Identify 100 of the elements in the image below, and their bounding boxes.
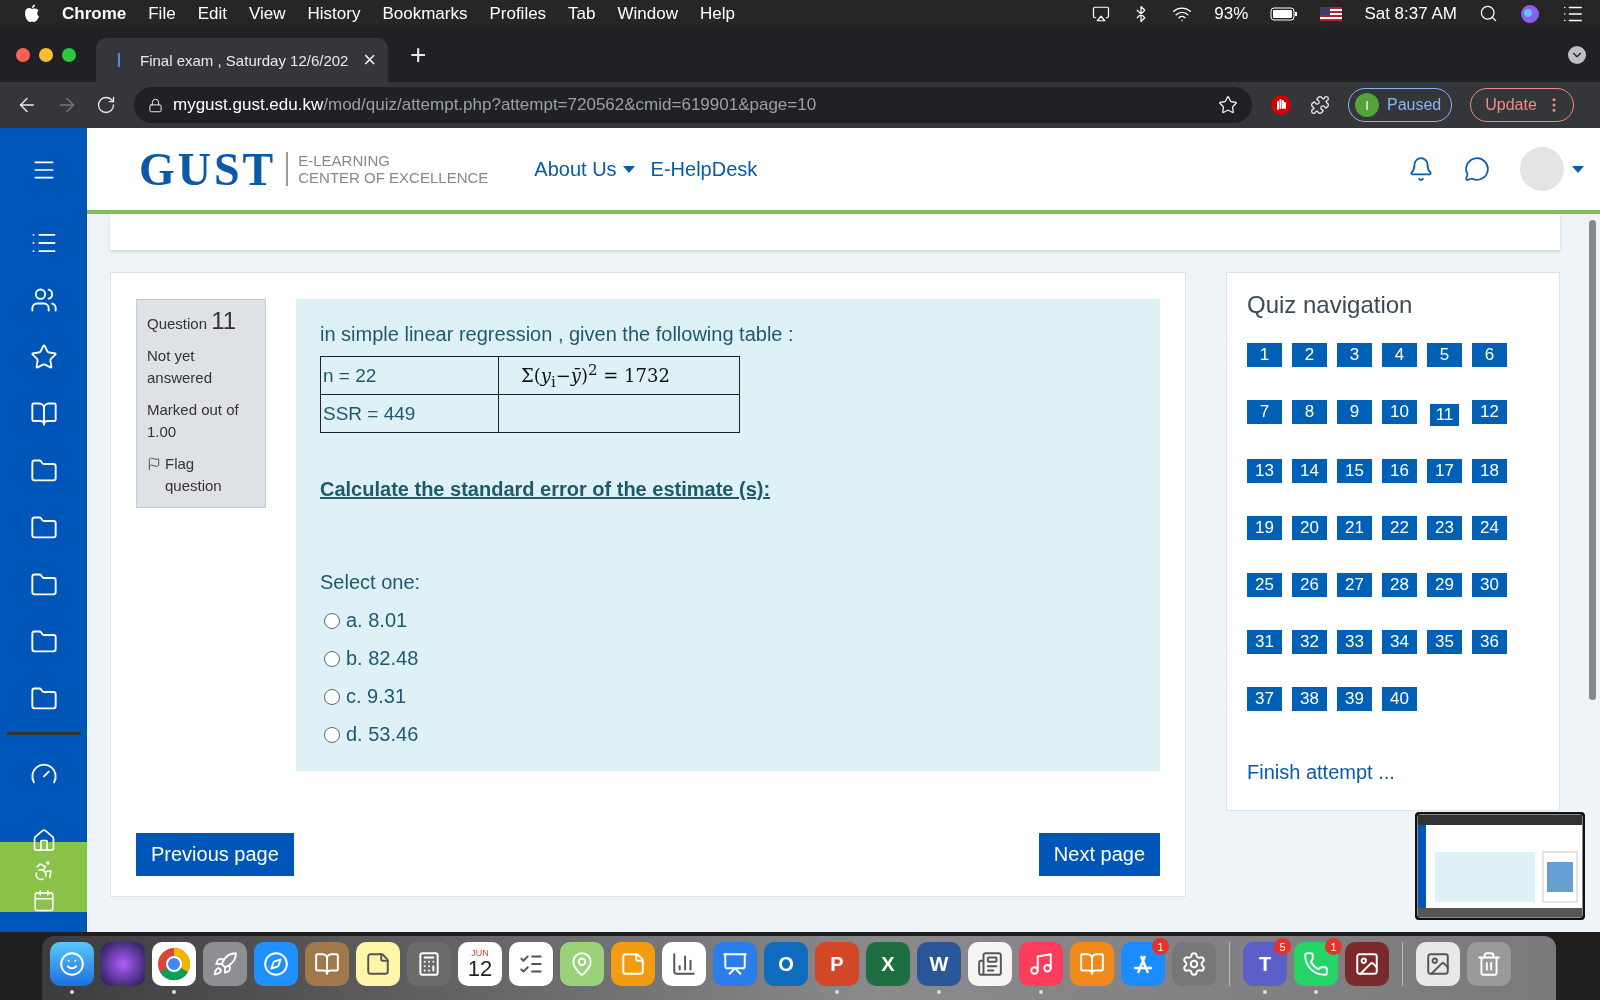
question-link[interactable]: 16 <box>1382 459 1417 483</box>
question-link[interactable]: 25 <box>1247 573 1282 597</box>
menu-item[interactable]: Tab <box>568 3 596 24</box>
question-link[interactable]: 40 <box>1382 687 1417 711</box>
question-link[interactable]: 29 <box>1427 573 1462 597</box>
image-icon[interactable] <box>1416 942 1460 986</box>
browser-tab[interactable]: Final exam , Saturday 12/6/202 × <box>96 38 388 82</box>
compass-icon[interactable] <box>254 942 298 986</box>
close-window-button[interactable] <box>16 47 30 62</box>
question-link[interactable]: 36 <box>1472 630 1507 654</box>
flag-question-link[interactable]: Flag question <box>147 453 255 497</box>
question-link[interactable]: 17 <box>1427 459 1462 483</box>
logo-wordmark[interactable]: GUST <box>139 142 277 196</box>
nav-link[interactable]: About Us <box>534 157 635 181</box>
question-link[interactable]: 28 <box>1382 573 1417 597</box>
caret-icon[interactable] <box>1572 165 1584 173</box>
question-link[interactable]: 33 <box>1337 630 1372 654</box>
menu-item[interactable]: File <box>148 3 176 24</box>
question-link[interactable]: 12 <box>1472 400 1507 424</box>
phone-icon[interactable] <box>1294 942 1338 986</box>
note-icon[interactable] <box>356 942 400 986</box>
music-icon[interactable] <box>1019 942 1063 986</box>
minimize-window-button[interactable] <box>39 47 53 62</box>
maximize-window-button[interactable] <box>62 47 76 62</box>
previous-page-button[interactable]: Previous page <box>136 833 294 876</box>
question-link[interactable]: 7 <box>1247 400 1282 424</box>
question-link[interactable]: 30 <box>1472 573 1507 597</box>
bell-icon[interactable] <box>1408 156 1434 182</box>
question-link[interactable]: 1 <box>1247 343 1282 367</box>
tab-close-button[interactable]: × <box>363 49 376 71</box>
flag-icon[interactable] <box>1320 6 1343 21</box>
question-link[interactable]: 11 <box>1430 402 1459 426</box>
radio-button[interactable] <box>324 726 340 743</box>
calculator-icon[interactable] <box>407 942 451 986</box>
question-link[interactable]: 39 <box>1337 687 1372 711</box>
document-icon[interactable] <box>611 942 655 986</box>
rocket-icon[interactable] <box>203 942 247 986</box>
question-link[interactable]: 27 <box>1337 573 1372 597</box>
question-link[interactable]: 23 <box>1427 516 1462 540</box>
option-label[interactable]: b. 82.48 <box>346 647 419 670</box>
menu-item[interactable]: Edit <box>197 3 227 24</box>
app-icon[interactable]: O <box>764 942 808 986</box>
book-icon[interactable] <box>29 400 58 428</box>
new-tab-button[interactable]: + <box>410 40 427 69</box>
next-page-button[interactable]: Next page <box>1038 833 1160 876</box>
question-link[interactable]: 5 <box>1427 343 1462 367</box>
menu-item[interactable]: History <box>307 3 361 24</box>
gear-icon[interactable] <box>1172 942 1216 986</box>
presentation-icon[interactable] <box>713 942 757 986</box>
puzzle-icon[interactable] <box>1310 95 1330 115</box>
menu-item[interactable]: Profiles <box>489 3 547 24</box>
checklist-icon[interactable] <box>509 942 553 986</box>
airplay-icon[interactable] <box>1092 4 1111 23</box>
question-link[interactable]: 21 <box>1337 516 1372 540</box>
question-link[interactable]: 37 <box>1247 687 1282 711</box>
tab-search-button[interactable] <box>1568 45 1586 64</box>
nav-link[interactable]: E-HelpDesk <box>650 157 758 181</box>
photo-icon[interactable] <box>1345 942 1389 986</box>
question-link[interactable]: 3 <box>1337 343 1372 367</box>
search-icon[interactable] <box>1479 4 1498 23</box>
option-label[interactable]: a. 8.01 <box>346 609 408 632</box>
calendar-icon[interactable]: JUN 12 <box>458 942 502 986</box>
reload-icon[interactable] <box>96 95 116 115</box>
bar-chart-icon[interactable] <box>662 942 706 986</box>
question-link[interactable]: 9 <box>1337 400 1372 424</box>
menu-item[interactable]: View <box>248 3 286 24</box>
option-label[interactable]: d. 53.46 <box>346 723 419 746</box>
question-link[interactable]: 26 <box>1292 573 1327 597</box>
chat-icon[interactable] <box>1464 156 1490 182</box>
question-link[interactable]: 19 <box>1247 516 1282 540</box>
star-icon[interactable] <box>29 343 58 371</box>
app-icon[interactable]: P <box>815 942 859 986</box>
clock[interactable]: Sat 8:37 AM <box>1364 3 1457 24</box>
app-icon[interactable]: X <box>866 942 910 986</box>
address-bar[interactable]: mygust.gust.edu.kw/mod/quiz/attempt.php?attempt=720562&cmid=619901&page=10 <box>134 87 1252 123</box>
question-link[interactable]: 38 <box>1292 687 1327 711</box>
battery-icon[interactable] <box>1270 6 1299 21</box>
users-icon[interactable] <box>29 286 58 314</box>
question-link[interactable]: 20 <box>1292 516 1327 540</box>
question-link[interactable]: 10 <box>1382 400 1417 424</box>
newspaper-icon[interactable] <box>968 942 1012 986</box>
question-link[interactable]: 31 <box>1247 630 1282 654</box>
apple-logo-icon[interactable] <box>24 4 40 23</box>
question-link[interactable]: 34 <box>1382 630 1417 654</box>
book-icon[interactable] <box>1070 942 1114 986</box>
question-link[interactable]: 13 <box>1247 459 1282 483</box>
bookmark-star-icon[interactable] <box>1218 95 1238 115</box>
question-link[interactable]: 15 <box>1337 459 1372 483</box>
option-label[interactable]: c. 9.31 <box>346 685 407 708</box>
orb-icon[interactable] <box>1520 3 1540 24</box>
book-icon[interactable] <box>305 942 349 986</box>
question-link[interactable]: 35 <box>1427 630 1462 654</box>
app-icon[interactable]: W <box>917 942 961 986</box>
app-store-icon[interactable] <box>1121 942 1165 986</box>
menu-item[interactable]: Bookmarks <box>382 3 468 24</box>
screenshot-thumbnail[interactable] <box>1415 812 1585 920</box>
radio-button[interactable] <box>324 688 340 705</box>
menu-item[interactable]: Window <box>617 3 678 24</box>
scrollbar[interactable] <box>1589 220 1596 700</box>
radio-button[interactable] <box>324 612 340 629</box>
